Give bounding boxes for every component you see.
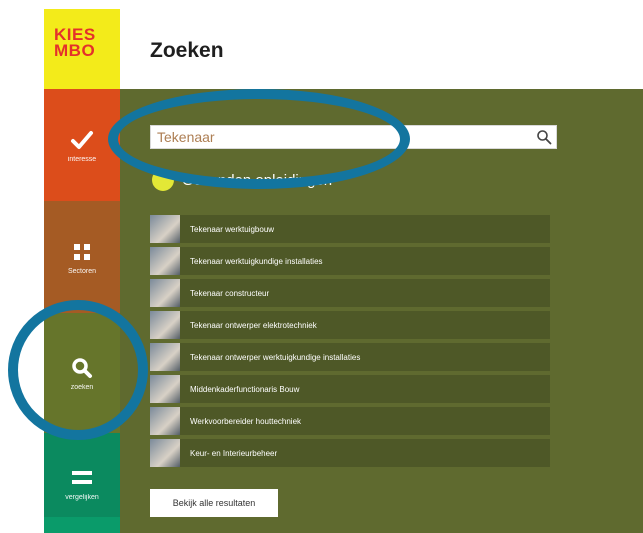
result-title: Tekenaar constructeur — [190, 288, 270, 298]
result-title: Werkvoorbereider houttechniek — [190, 416, 302, 426]
search-input[interactable] — [151, 126, 527, 148]
list-item[interactable]: Tekenaar werktuigkundige installaties — [150, 247, 550, 275]
sidebar-item-zoeken[interactable]: zoeken — [44, 313, 120, 433]
sidebar-item-label: interesse — [67, 155, 97, 163]
main-content: Gevonden opleidingen Tekenaar werktuigbo… — [120, 89, 643, 533]
logo-line-2: MBO — [54, 41, 96, 60]
results-heading: Gevonden opleidingen — [152, 169, 332, 191]
list-item[interactable]: Keur- en Interieurbeheer — [150, 439, 550, 467]
result-title: Middenkaderfunctionaris Bouw — [190, 384, 300, 394]
sidebar-item-sectoren[interactable]: Sectoren — [44, 201, 120, 313]
result-thumbnail — [150, 215, 180, 243]
result-thumbnail — [150, 343, 180, 371]
result-thumbnail — [150, 279, 180, 307]
result-thumbnail — [150, 311, 180, 339]
result-thumbnail — [150, 375, 180, 403]
logo[interactable]: KIES MBO — [44, 9, 120, 89]
equals-icon — [72, 470, 92, 484]
sidebar-footer-strip — [44, 517, 120, 533]
list-item[interactable]: Tekenaar ontwerper elektrotechniek — [150, 311, 550, 339]
result-thumbnail — [150, 407, 180, 435]
results-list: Tekenaar werktuigbouw Tekenaar werktuigk… — [150, 215, 550, 471]
sidebar-item-label: Sectoren — [67, 267, 97, 275]
search-icon — [72, 357, 92, 378]
page-title: Zoeken — [150, 39, 224, 62]
view-all-results-button[interactable]: Bekijk alle resultaten — [150, 489, 278, 517]
list-item[interactable]: Tekenaar constructeur — [150, 279, 550, 307]
result-title: Keur- en Interieurbeheer — [190, 448, 278, 458]
result-thumbnail — [150, 439, 180, 467]
result-thumbnail — [150, 247, 180, 275]
sidebar-item-label: zoeken — [70, 383, 94, 391]
check-icon — [71, 130, 93, 149]
result-title: Tekenaar werktuigbouw — [190, 224, 275, 234]
list-item[interactable]: Tekenaar werktuigbouw — [150, 215, 550, 243]
search-icon[interactable] — [536, 129, 552, 145]
sidebar-item-interesse[interactable]: interesse — [44, 89, 120, 201]
results-heading-text: Gevonden opleidingen — [182, 171, 333, 189]
search-box — [150, 125, 557, 149]
grid-icon — [74, 243, 90, 260]
result-title: Tekenaar werktuigkundige installaties — [190, 256, 323, 266]
result-title: Tekenaar ontwerper elektrotechniek — [190, 320, 317, 330]
header: Zoeken — [120, 9, 643, 89]
sidebar: KIES MBO interesse Sectoren zoeken verge… — [44, 9, 120, 533]
list-item[interactable]: Tekenaar ontwerper werktuigkundige insta… — [150, 343, 550, 371]
results-dot-icon — [152, 169, 174, 191]
list-item[interactable]: Middenkaderfunctionaris Bouw — [150, 375, 550, 403]
sidebar-item-label: vergelijken — [65, 493, 99, 501]
list-item[interactable]: Werkvoorbereider houttechniek — [150, 407, 550, 435]
result-title: Tekenaar ontwerper werktuigkundige insta… — [190, 352, 361, 362]
